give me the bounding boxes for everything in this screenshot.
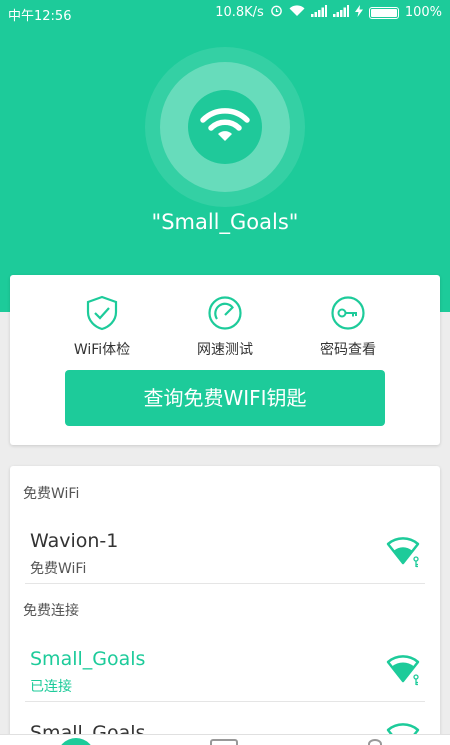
signal-icon xyxy=(332,4,349,21)
nav-profile-icon[interactable] xyxy=(368,739,382,745)
network-speed: 10.8K/s xyxy=(215,5,264,20)
tool-speed-test[interactable]: 网速测试 xyxy=(175,295,275,359)
key-icon xyxy=(330,295,366,331)
query-free-wifi-button[interactable]: 查询免费WIFI钥匙 xyxy=(65,370,385,426)
wifi-status-icon xyxy=(289,4,305,21)
charging-icon xyxy=(354,4,363,21)
wifi-key-icon xyxy=(386,654,422,686)
status-time: 中午12:56 xyxy=(8,9,72,24)
tool-password-view[interactable]: 密码查看 xyxy=(298,295,398,359)
shield-check-icon xyxy=(84,295,120,331)
battery-icon xyxy=(368,6,399,19)
battery-level: 100% xyxy=(404,5,442,20)
row-divider xyxy=(25,701,425,702)
wifi-list-card: 免费WiFi Wavion-1 免费WiFi 免费连接 Small_Goals … xyxy=(10,466,440,745)
network-row-connected[interactable]: Small_Goals 已连接 xyxy=(10,638,440,704)
tool-label: 密码查看 xyxy=(320,342,376,358)
network-name: Wavion-1 xyxy=(30,530,119,552)
wifi-hero-button[interactable] xyxy=(188,90,262,164)
network-row[interactable]: Wavion-1 免费WiFi xyxy=(10,520,440,586)
speedometer-icon xyxy=(207,295,243,331)
bottom-nav xyxy=(0,734,450,745)
tools-card: WiFi体检 网速测试 密码查看 查询免费WIFI钥匙 xyxy=(10,275,440,445)
wifi-icon xyxy=(200,107,250,147)
tool-wifi-check[interactable]: WiFi体检 xyxy=(52,295,152,359)
network-status: 已连接 xyxy=(30,679,72,695)
network-name: Small_Goals xyxy=(30,648,146,670)
signal-icon xyxy=(310,4,327,21)
row-divider xyxy=(25,583,425,584)
nav-home-icon[interactable] xyxy=(57,738,95,745)
wifi-key-icon xyxy=(386,536,422,568)
nav-discover-icon[interactable] xyxy=(210,739,238,745)
connected-ssid: "Small_Goals" xyxy=(151,210,299,234)
tool-label: 网速测试 xyxy=(197,342,253,358)
status-bar: 中午12:56 10.8K/s 100% xyxy=(0,0,450,26)
alarm-icon xyxy=(270,4,283,21)
network-status: 免费WiFi xyxy=(30,561,87,577)
tool-label: WiFi体检 xyxy=(73,342,131,358)
section-free-wifi: 免费WiFi xyxy=(23,486,80,502)
section-free-connect: 免费连接 xyxy=(23,603,79,619)
